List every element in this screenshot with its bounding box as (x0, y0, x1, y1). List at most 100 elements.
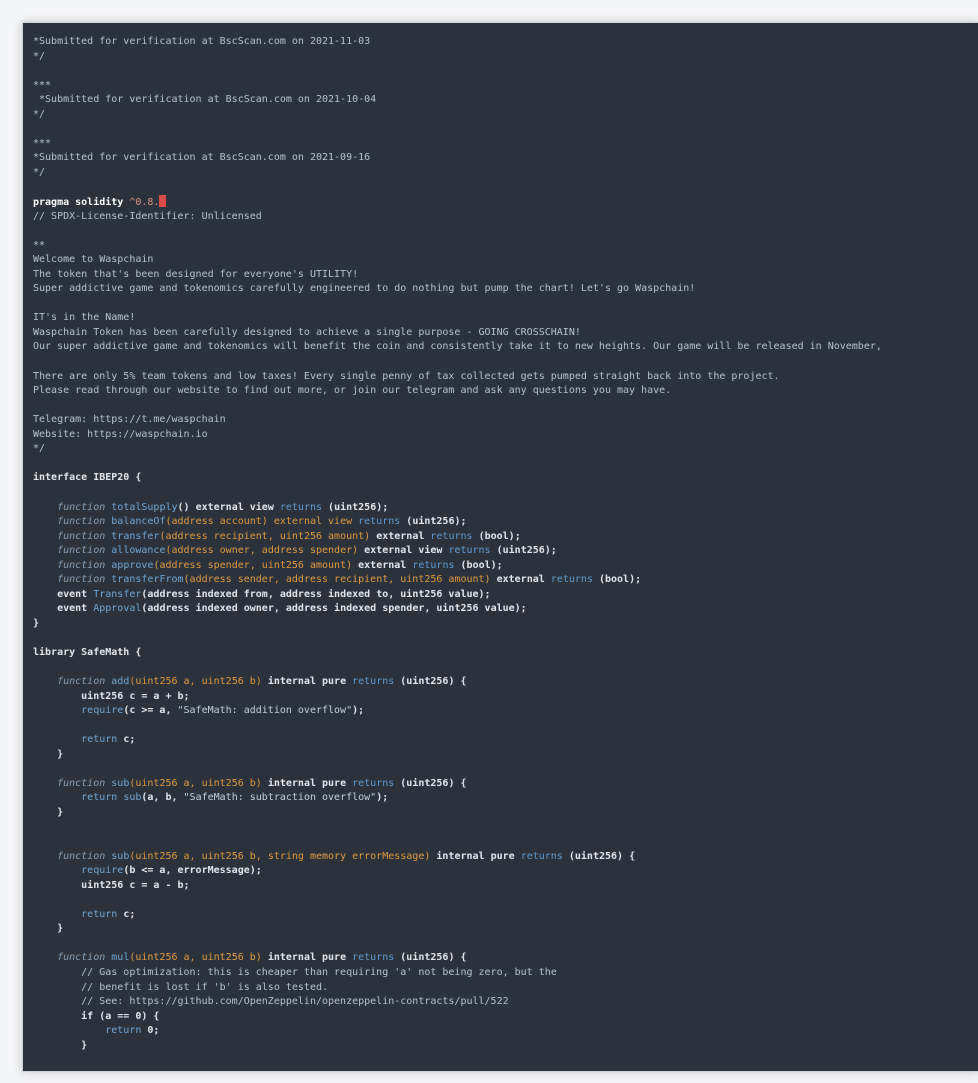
code-token: c; (117, 908, 136, 920)
code-token: returns (279, 501, 323, 513)
code-token: Welcome to Waspchain (33, 254, 154, 266)
code-token: sub (111, 850, 130, 862)
code-token: (uint256); (400, 516, 467, 528)
code-line: *** (33, 79, 978, 94)
code-token: returns (352, 777, 395, 789)
code-token: (uint256); (322, 501, 389, 513)
code-token: *Submitted for verification at BscScan.c… (33, 94, 377, 106)
code-token: allowance (111, 545, 166, 557)
code-token: Transfer (93, 588, 142, 600)
code-token: function (33, 676, 112, 688)
code-token: *** (33, 137, 52, 149)
code-token: (b <= a, errorMessage); (123, 865, 262, 877)
code-token: ^0.8. (129, 197, 160, 209)
code-token: (address account) external view (165, 516, 359, 528)
code-token: function (33, 574, 112, 586)
code-token: internal pure (261, 777, 353, 789)
code-line: } (33, 1039, 978, 1054)
code-line: */ (33, 442, 978, 457)
code-token: function (33, 952, 112, 964)
code-token: (uint256 a, uint256 b) (129, 777, 262, 789)
code-line: *Submitted for verification at BscScan.c… (33, 35, 978, 50)
code-token: */ (33, 166, 46, 178)
code-line: interface IBEP20 { (33, 471, 978, 486)
code-token: function (33, 516, 112, 528)
code-line: There are only 5% team tokens and low ta… (33, 370, 978, 385)
code-line: Waspchain Token has been carefully desig… (33, 326, 978, 341)
code-token: returns (448, 545, 491, 557)
code-token: event (33, 588, 94, 600)
code-line: function totalSupply() external view ret… (33, 501, 978, 516)
code-token: returns (550, 574, 593, 586)
code-token: Website: https://waspchain.io (33, 428, 208, 440)
code-token: } (33, 806, 64, 818)
code-token: (bool); (472, 530, 521, 542)
code-line: */ (33, 166, 978, 181)
code-token: Our super addictive game and tokenomics … (33, 341, 882, 353)
code-token: (uint256 a, uint256 b) (129, 676, 262, 688)
code-line: *** (33, 137, 978, 152)
code-token: require (33, 865, 124, 877)
text-cursor-highlight (159, 195, 167, 208)
code-token: */ (33, 443, 46, 455)
code-line: function balanceOf(address account) exte… (33, 515, 978, 530)
code-line: // SPDX-License-Identifier: Unlicensed (33, 210, 978, 225)
code-token: (address sender, address recipient, uint… (183, 574, 491, 586)
code-token: // benefit is lost if 'b' is also tested… (33, 981, 329, 993)
code-line: IT's in the Name! (33, 311, 978, 326)
code-line: return c; (33, 908, 978, 923)
code-token: *Submitted for verification at BscScan.c… (33, 152, 371, 164)
code-token: sub (123, 792, 142, 804)
code-token: internal pure (261, 952, 353, 964)
code-token: (uint256) { (394, 952, 467, 964)
code-token: function (33, 501, 112, 513)
code-token: () external view (177, 501, 280, 513)
code-token: (uint256) { (394, 777, 467, 789)
code-line: event Transfer(address indexed from, add… (33, 588, 978, 603)
code-token: require (33, 705, 124, 717)
code-line: } (33, 748, 978, 763)
code-line: } (33, 922, 978, 937)
code-token: return (33, 792, 124, 804)
code-line: */ (33, 108, 978, 123)
source-code[interactable]: *Submitted for verification at BscScan.c… (33, 35, 978, 1053)
code-token: uint256 c = a - b; (33, 879, 190, 891)
code-token: } (33, 748, 64, 760)
code-token: (c >= a, (123, 705, 178, 717)
code-token: returns (430, 530, 473, 542)
code-token: add (111, 676, 130, 688)
code-token: balanceOf (111, 516, 166, 528)
code-line: function transferFrom(address sender, ad… (33, 573, 978, 588)
code-token: internal pure (430, 850, 521, 862)
code-token: (address spender, uint256 amount) (153, 559, 353, 571)
code-line: } (33, 617, 978, 632)
code-line: Super addictive game and tokenomics care… (33, 282, 978, 297)
code-token: (address indexed from, address indexed t… (141, 588, 491, 600)
code-line: Telegram: https://t.me/waspchain (33, 413, 978, 428)
code-token: if (a == 0) { (33, 1010, 160, 1022)
code-line: return c; (33, 733, 978, 748)
code-line: */ (33, 50, 978, 65)
code-line: } (33, 806, 978, 821)
code-token: */ (33, 50, 46, 62)
code-line: function sub(uint256 a, uint256 b, strin… (33, 850, 978, 865)
code-token: interface IBEP20 { (33, 472, 142, 484)
code-token: (uint256); (490, 545, 557, 557)
code-token: function (33, 777, 112, 789)
code-line: require(c >= a, "SafeMath: addition over… (33, 704, 978, 719)
code-token: 0; (147, 1025, 160, 1037)
code-token: approve (111, 559, 154, 571)
code-token: uint256 c = a + b; (33, 690, 190, 702)
code-token: Approval (93, 603, 142, 615)
code-token: IT's in the Name! (33, 312, 136, 324)
